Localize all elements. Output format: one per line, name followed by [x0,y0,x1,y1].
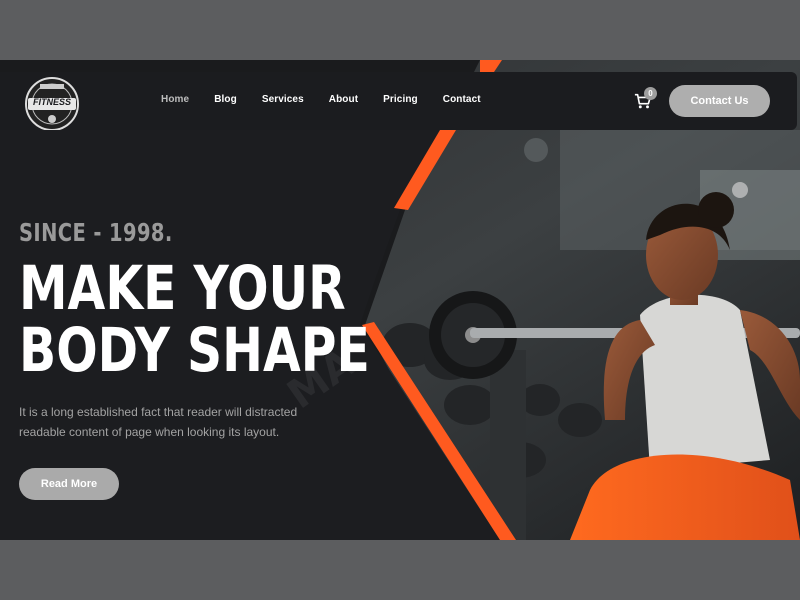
nav-contact[interactable]: Contact [443,94,481,105]
main-nav: Home Blog Services About Pricing Contact [161,94,506,105]
nav-pricing[interactable]: Pricing [383,94,418,105]
contact-us-button[interactable]: Contact Us [669,85,770,117]
hero-headline: MAKE YOUR BODY SHAPE [19,258,370,382]
headline-line-1: MAKE YOUR [19,253,346,324]
nav-about[interactable]: About [329,94,358,105]
nav-home[interactable]: Home [161,94,189,105]
read-more-button[interactable]: Read More [19,468,119,500]
hero-description: It is a long established fact that reade… [19,405,298,439]
hero-section: MA FITNESS Home Blog Services About Pric… [0,60,800,540]
cart-count-badge: 0 [644,87,657,100]
fitness-logo[interactable]: FITNESS [22,74,82,131]
logo-text: FITNESS [32,97,71,107]
since-tagline: SINCE - 1998. [19,218,173,247]
nav-blog[interactable]: Blog [214,94,237,105]
headline-line-2: BODY SHAPE [19,315,370,386]
top-navbar: FITNESS Home Blog Services About Pricing… [0,72,797,131]
nav-services[interactable]: Services [262,94,304,105]
orange-accent-stripe [480,60,502,72]
